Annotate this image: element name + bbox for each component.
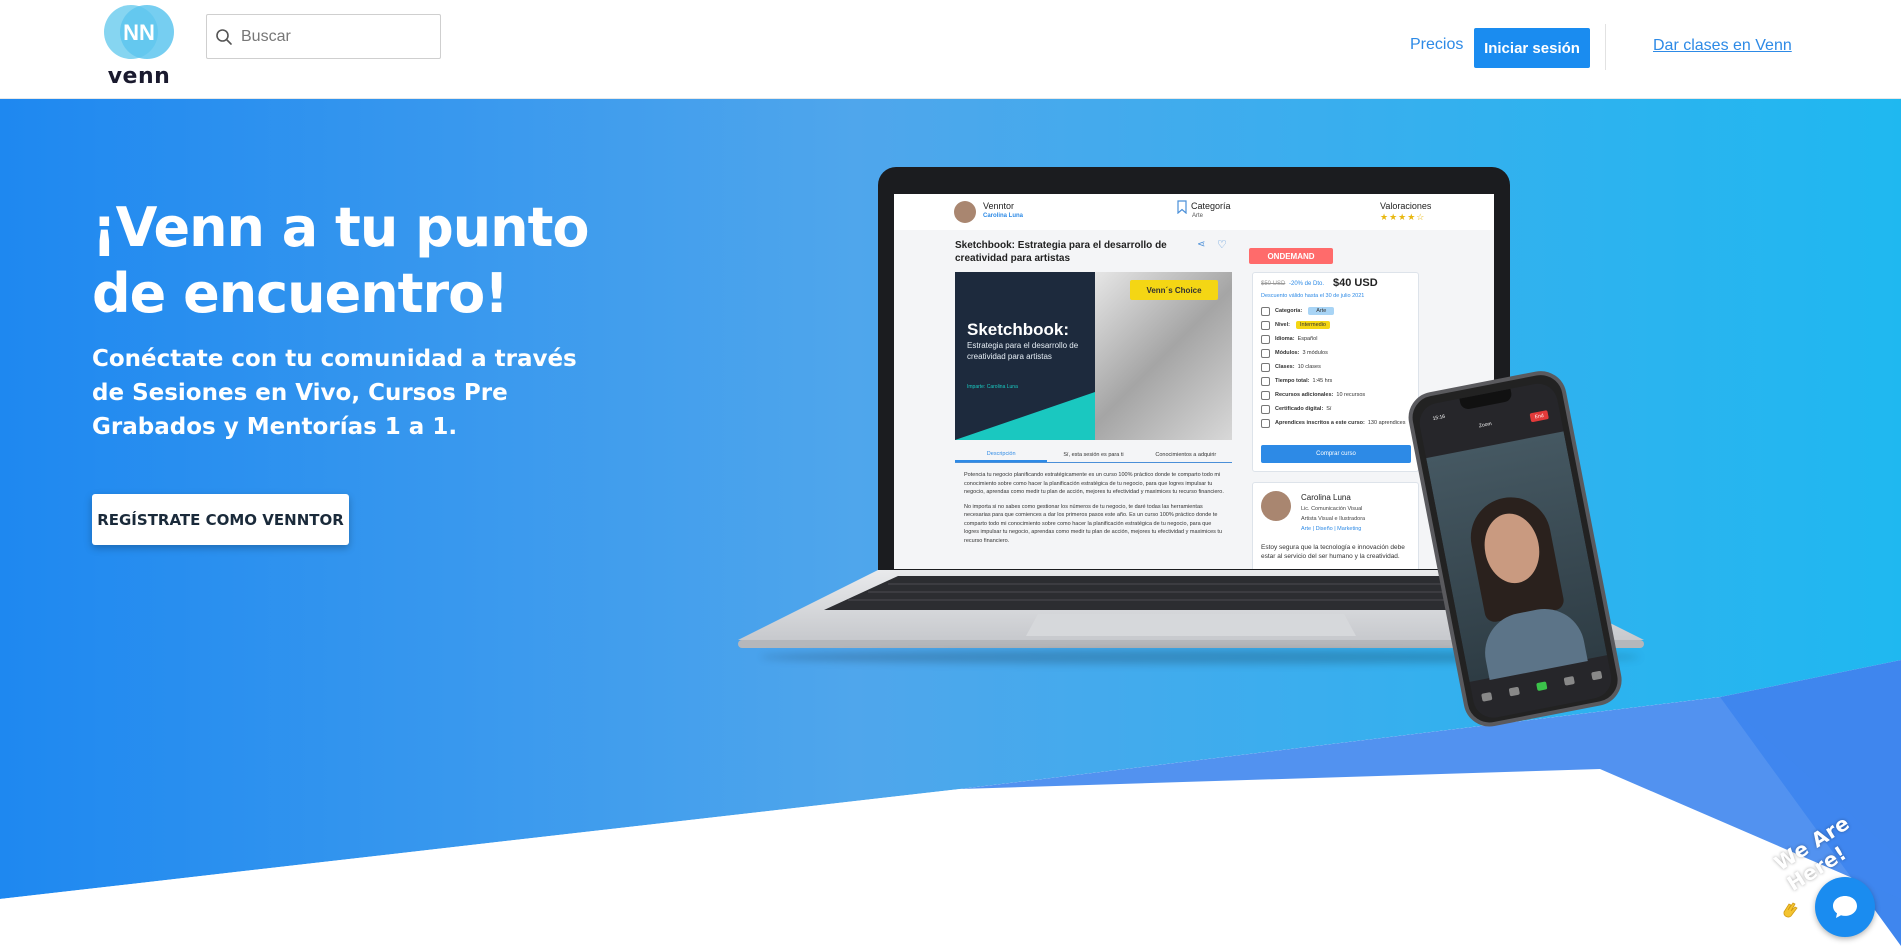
teach-on-venn-link[interactable]: Dar clases en Venn (1653, 37, 1792, 55)
instructor-name: Carolina Luna (1301, 493, 1351, 502)
venn-logo[interactable]: NN venn (103, 4, 175, 89)
course-price: $40 USD (1333, 277, 1378, 289)
heart-icon: ♡ (1217, 239, 1227, 251)
video-icon (1508, 686, 1520, 697)
chat-bubble-icon (1833, 896, 1857, 918)
cover-author: Imparte: Carolina Luna (967, 384, 1018, 390)
category-label: Categoría (1191, 201, 1231, 211)
login-button[interactable]: Iniciar sesión (1474, 28, 1590, 68)
old-price: $50 USD (1261, 281, 1286, 287)
register-venntor-button[interactable]: REGÍSTRATE COMO VENNTOR (92, 494, 349, 545)
video-call-view (1426, 431, 1608, 682)
instructor-card: Carolina Luna Lic. Comunicación Visual A… (1252, 482, 1419, 569)
end-call-button: End (1529, 410, 1549, 423)
svg-text:NN: NN (123, 20, 155, 45)
detail-icon (1261, 404, 1270, 414)
buy-course-button: Comprar curso (1261, 445, 1411, 463)
nav-divider (1605, 24, 1606, 70)
venntor-name: Carolina Luna (983, 213, 1024, 219)
course-description: Potencia tu negocio planificando estraté… (964, 471, 1226, 545)
tab-knowledge: Conocimientos a adquirir (1155, 451, 1217, 458)
tab-for-you: Sí, esta sesión es para ti (1063, 451, 1124, 458)
course-title: Sketchbook: Estrategia para el desarroll… (955, 240, 1167, 264)
detail-row: Módulos: 3 módulos (1261, 346, 1416, 360)
instructor-avatar (1261, 491, 1291, 521)
tab-description: Descripción (955, 447, 1048, 462)
phone-notch (1459, 388, 1513, 411)
bookmark-icon (1177, 200, 1187, 214)
more-icon (1591, 670, 1603, 681)
mic-icon (1481, 692, 1493, 702)
phone-app-name: Zoom (1478, 421, 1493, 430)
participants-icon (1563, 675, 1575, 686)
detail-row: Categoría: Arte (1261, 304, 1416, 318)
course-details: Categoría: Arte Nivel: Intermedio Idioma: E… (1261, 304, 1416, 430)
search-box[interactable] (206, 14, 441, 59)
detail-row: Aprendices inscritos a este curso: 130 ap… (1261, 416, 1416, 430)
detail-row: Tiempo total: 1:45 hrs (1261, 374, 1416, 388)
phone-time: 15:16 (1432, 413, 1446, 423)
course-info-panel: $50 USD -20% de Dto. $40 USD Descuento v… (1252, 272, 1419, 472)
discount-label: -20% de Dto. (1289, 281, 1325, 287)
mockup-course-header: Venntor Carolina Luna Categoría Arte Val… (894, 194, 1494, 230)
detail-icon (1261, 348, 1270, 358)
venntor-avatar (954, 201, 976, 223)
cover-title: Sketchbook: (967, 320, 1070, 339)
category-value: Arte (1192, 213, 1204, 219)
detail-row: Clases: 10 clases (1261, 360, 1416, 374)
venns-choice-badge: Venn´s Choice (1130, 280, 1218, 300)
hero-title: ¡Venn a tu punto de encuentro! (92, 196, 590, 325)
course-tabs: Descripción Sí, esta sesión es para ti C… (955, 447, 1232, 463)
logo-wordmark: venn (107, 64, 171, 89)
discount-validity: Descuento válido hasta el 30 de julio 20… (1261, 293, 1365, 299)
rating-stars: ★★★★☆ (1380, 212, 1426, 222)
search-input[interactable] (241, 27, 431, 46)
chat-button[interactable] (1815, 877, 1875, 937)
detail-icon (1261, 376, 1270, 386)
page: NN venn Precios Iniciar sesión Dar clase… (0, 0, 1901, 946)
instructor-bio: Estoy segura que la tecnología e innovac… (1261, 544, 1405, 560)
hero-subtitle: Conéctate con tu comunidad a través de S… (92, 346, 577, 440)
waving-hand-icon (1783, 902, 1798, 918)
logo-mark: NN (104, 5, 174, 59)
cover-subtitle: Estrategia para el desarrollo de creativ… (967, 341, 1079, 361)
top-navbar: NN venn Precios Iniciar sesión Dar clase… (0, 0, 1901, 99)
nav-pricing-link[interactable]: Precios (1410, 36, 1463, 54)
detail-row: Certificado digital: Sí (1261, 402, 1416, 416)
detail-icon (1261, 306, 1270, 316)
ratings-label: Valoraciones (1380, 201, 1432, 211)
share-icon: ⋖ (1197, 239, 1206, 250)
share-screen-icon (1536, 681, 1548, 692)
detail-row: Idioma: Español (1261, 332, 1416, 346)
detail-icon (1261, 390, 1270, 400)
detail-row: Recursos adicionales: 10 recursos (1261, 388, 1416, 402)
search-icon (216, 28, 232, 45)
laptop-screen: Venntor Carolina Luna Categoría Arte Val… (894, 194, 1494, 569)
detail-row: Nivel: Intermedio (1261, 318, 1416, 332)
detail-icon (1261, 362, 1270, 372)
description-paragraph-1: Potencia tu negocio planificando estraté… (964, 472, 1224, 495)
course-cover: Sketchbook: Estrategia para el desarroll… (955, 272, 1232, 440)
instructor-degree: Lic. Comunicación Visual (1301, 506, 1363, 512)
instructor-tags: Arte | Diseño | Marketing (1301, 526, 1362, 532)
instructor-role: Artista Visual e Ilustradora (1301, 516, 1366, 522)
ondemand-badge: ONDEMAND (1249, 248, 1333, 264)
detail-icon (1261, 418, 1270, 428)
venntor-label: Venntor (983, 201, 1015, 211)
description-paragraph-2: No importa si no sabes como gestionar lo… (964, 503, 1223, 544)
detail-icon (1261, 334, 1270, 344)
detail-icon (1261, 320, 1270, 330)
